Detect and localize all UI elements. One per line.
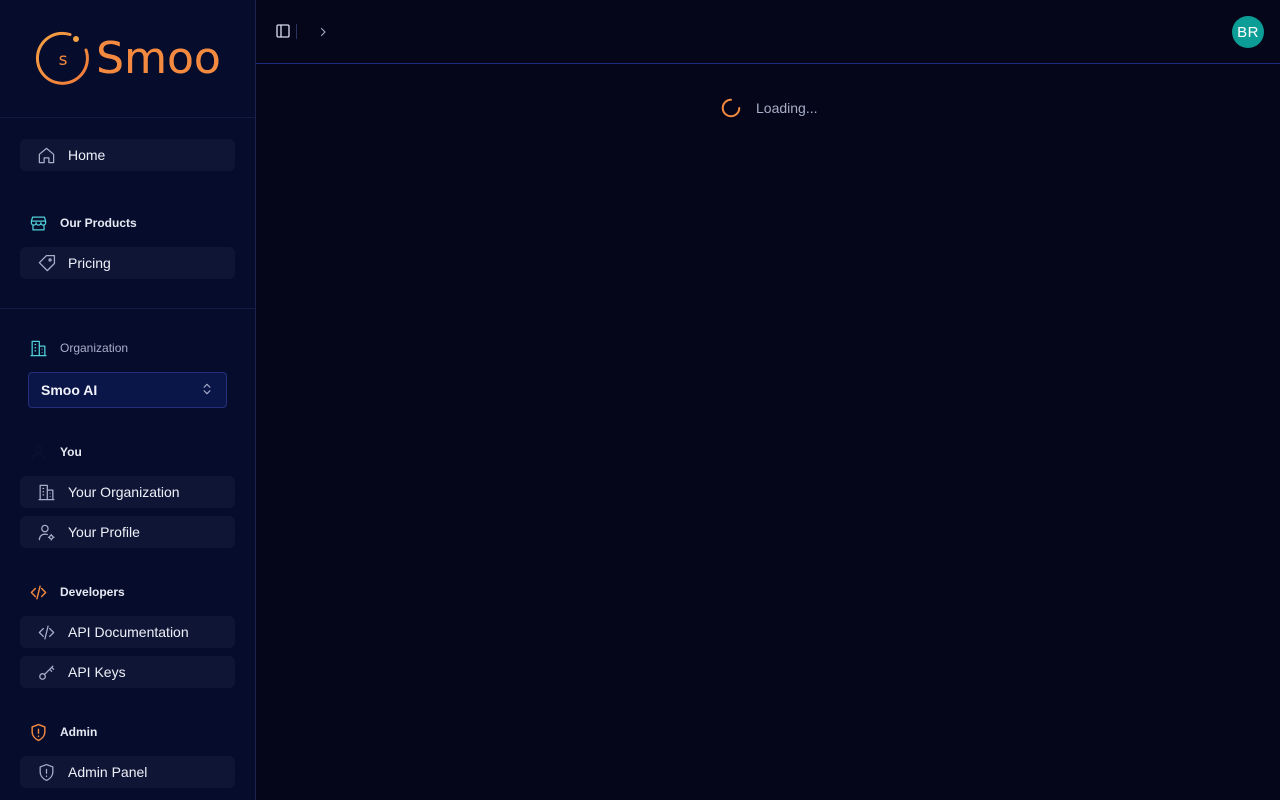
sidebar-item-api-keys[interactable]: API Keys [20, 656, 235, 688]
loading-text: Loading... [756, 100, 818, 116]
chevron-right-icon [320, 27, 326, 37]
sidebar-item-label: Pricing [68, 255, 111, 271]
building-icon [36, 482, 56, 502]
organization-select[interactable]: Smoo AI [28, 372, 227, 408]
panel-left-icon [276, 24, 290, 38]
section-title: Organization [60, 341, 129, 355]
sidebar-divider [0, 308, 255, 309]
sidebar-item-label: Your Organization [68, 484, 180, 500]
section-title: Our Products [60, 216, 137, 230]
sidebar-item-api-documentation[interactable]: API Documentation [20, 616, 235, 648]
shield-alert-icon [28, 722, 48, 742]
avatar-initials: BR [1237, 23, 1259, 41]
home-icon [36, 145, 56, 165]
section-title: Admin [60, 725, 98, 739]
section-our-products: Our Products [28, 213, 137, 233]
sidebar-item-pricing[interactable]: Pricing [20, 247, 235, 279]
sidebar-item-admin-panel[interactable]: Admin Panel [20, 756, 235, 788]
logo-text: Smoo [96, 32, 221, 84]
topbar: BR [256, 0, 1280, 64]
store-icon [28, 213, 48, 233]
avatar[interactable]: BR [1232, 16, 1264, 48]
section-admin: Admin [28, 722, 97, 742]
chevrons-up-down-icon [200, 382, 214, 399]
section-you: You [28, 442, 82, 462]
sidebar-item-label: Your Profile [68, 524, 140, 540]
section-title: You [60, 445, 82, 459]
shield-icon [36, 762, 56, 782]
section-developers: Developers [28, 582, 125, 602]
tag-icon [36, 253, 56, 273]
code-icon [28, 582, 48, 602]
user-cog-icon [36, 522, 56, 542]
sidebar-item-your-organization[interactable]: Your Organization [20, 476, 235, 508]
section-title: Developers [60, 585, 125, 599]
section-organization: Organization [28, 338, 128, 358]
sidebar-toggle-button[interactable] [272, 20, 294, 42]
user-icon [28, 442, 48, 462]
logo[interactable]: s Smoo [0, 0, 255, 118]
smoo-logo-mark-icon: s [36, 31, 90, 85]
loading-indicator: Loading... [720, 97, 818, 119]
organization-select-value: Smoo AI [41, 382, 98, 398]
sidebar-item-your-profile[interactable]: Your Profile [20, 516, 235, 548]
sidebar: s Smoo Home Our Products Pricing Organiz… [0, 0, 256, 800]
logo-mark-letter: s [59, 50, 68, 70]
spinner-icon [721, 98, 741, 118]
sidebar-item-label: Home [68, 147, 106, 163]
topbar-separator [296, 24, 297, 39]
sidebar-item-label: Admin Panel [68, 764, 148, 780]
key-icon [36, 662, 56, 682]
code-icon [36, 622, 56, 642]
breadcrumb [316, 24, 330, 40]
sidebar-item-home[interactable]: Home [20, 139, 235, 171]
building-icon [28, 338, 48, 358]
sidebar-item-label: API Keys [68, 664, 126, 680]
sidebar-item-label: API Documentation [68, 624, 189, 640]
